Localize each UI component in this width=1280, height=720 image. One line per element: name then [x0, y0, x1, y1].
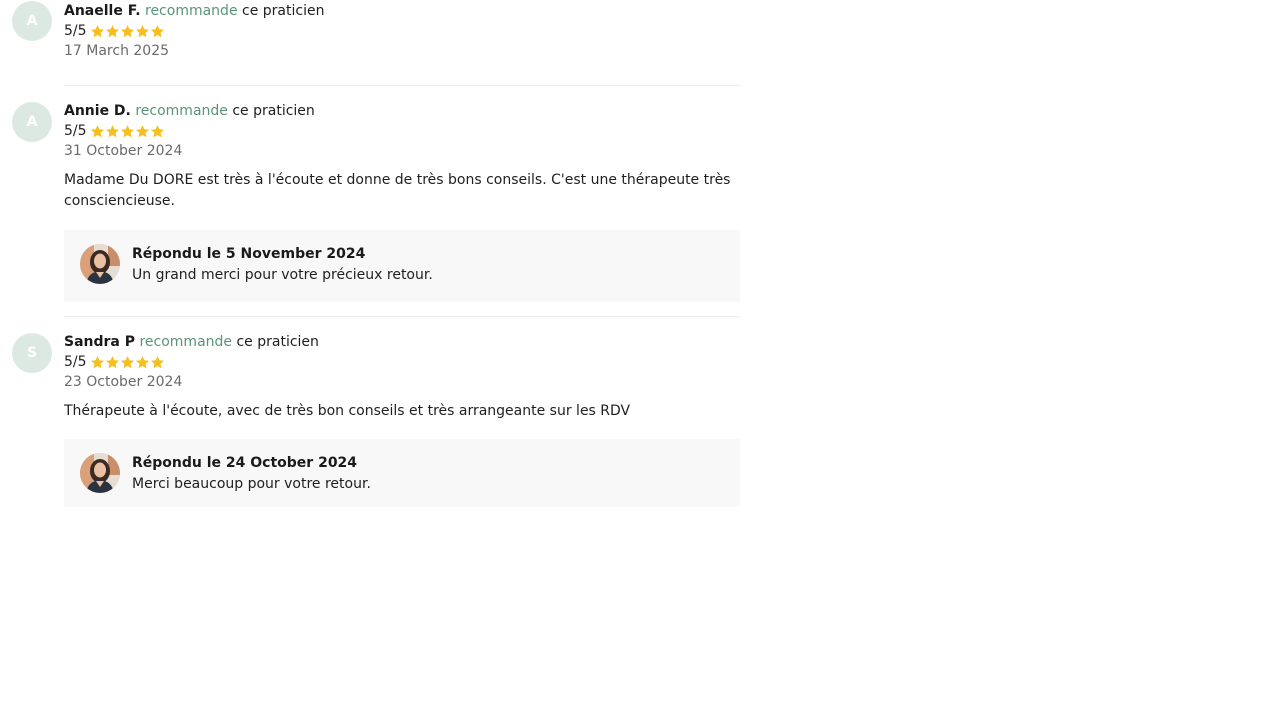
rating-value: 5/5 [64, 354, 87, 370]
reply-message: Un grand merci pour votre précieux retou… [132, 267, 433, 283]
reviewer-name: Annie D. [64, 103, 131, 119]
review-body: Anaelle F. recommande ce praticien 5/5 1… [64, 0, 740, 61]
reviewer-initial: A [26, 13, 38, 29]
star-icon [135, 355, 150, 370]
review-comment: Madame Du DORE est très à l'écoute et do… [64, 172, 731, 209]
rating: 5/5 [64, 352, 740, 372]
star-icon [150, 24, 165, 39]
recommend-suffix: ce praticien [232, 103, 315, 119]
practitioner-reply: Répondu le 24 October 2024 Merci beaucou… [64, 439, 740, 507]
practitioner-avatar [80, 244, 120, 284]
recommend-label: recommande [145, 3, 238, 19]
reply-message: Merci beaucoup pour votre retour. [132, 476, 371, 492]
star-icon [120, 24, 135, 39]
practitioner-photo-icon [80, 244, 120, 284]
rating-stars [90, 124, 165, 139]
recommend-suffix: ce praticien [242, 3, 325, 19]
rating-stars [90, 24, 165, 39]
review-comment: Thérapeute à l'écoute, avec de très bon … [64, 403, 631, 419]
star-icon [105, 355, 120, 370]
review-item: A Anaelle F. recommande ce praticien 5/5… [12, 0, 740, 85]
star-icon [105, 124, 120, 139]
reviewer-initial: S [26, 345, 38, 361]
reviewer-name: Sandra P [64, 334, 136, 350]
rating-value: 5/5 [64, 123, 87, 139]
reviewer-avatar: S [12, 333, 52, 373]
star-icon [135, 24, 150, 39]
review-header: Anaelle F. recommande ce praticien [64, 1, 740, 21]
review-item: S Sandra P recommande ce praticien 5/5 2… [12, 316, 740, 507]
star-icon [150, 355, 165, 370]
reply-title: Répondu le 24 October 2024 [132, 455, 358, 471]
reviewer-avatar: A [12, 102, 52, 142]
review-body: Annie D. recommande ce praticien 5/5 31 … [64, 101, 740, 302]
rating: 5/5 [64, 121, 740, 141]
review-header: Sandra P recommande ce praticien [64, 332, 740, 352]
review-header: Annie D. recommande ce praticien [64, 101, 740, 121]
review-date: 23 October 2024 [64, 374, 183, 390]
recommend-suffix: ce praticien [236, 334, 319, 350]
review-date: 31 October 2024 [64, 143, 183, 159]
star-icon [120, 355, 135, 370]
star-icon [105, 24, 120, 39]
rating: 5/5 [64, 21, 740, 41]
star-icon [135, 124, 150, 139]
reviewer-initial: A [26, 114, 38, 130]
reviewer-name: Anaelle F. [64, 3, 141, 19]
practitioner-photo-icon [80, 453, 120, 493]
review-date: 17 March 2025 [64, 43, 170, 59]
star-icon [150, 124, 165, 139]
practitioner-reply: Répondu le 5 November 2024 Un grand merc… [64, 230, 740, 302]
recommend-label: recommande [139, 334, 233, 350]
reviewer-avatar: A [12, 1, 52, 41]
star-icon [90, 355, 105, 370]
rating-value: 5/5 [64, 23, 87, 39]
reply-text: Répondu le 24 October 2024 Merci beaucou… [132, 453, 371, 495]
review-body: Sandra P recommande ce praticien 5/5 23 … [64, 332, 740, 507]
practitioner-avatar [80, 453, 120, 493]
reply-title: Répondu le 5 November 2024 [132, 246, 366, 262]
reviews-list: A Anaelle F. recommande ce praticien 5/5… [12, 0, 740, 507]
star-icon [90, 124, 105, 139]
rating-stars [90, 355, 165, 370]
recommend-label: recommande [135, 103, 228, 119]
reply-text: Répondu le 5 November 2024 Un grand merc… [132, 244, 433, 286]
star-icon [90, 24, 105, 39]
star-icon [120, 124, 135, 139]
review-item: A Annie D. recommande ce praticien 5/5 3… [12, 85, 740, 316]
